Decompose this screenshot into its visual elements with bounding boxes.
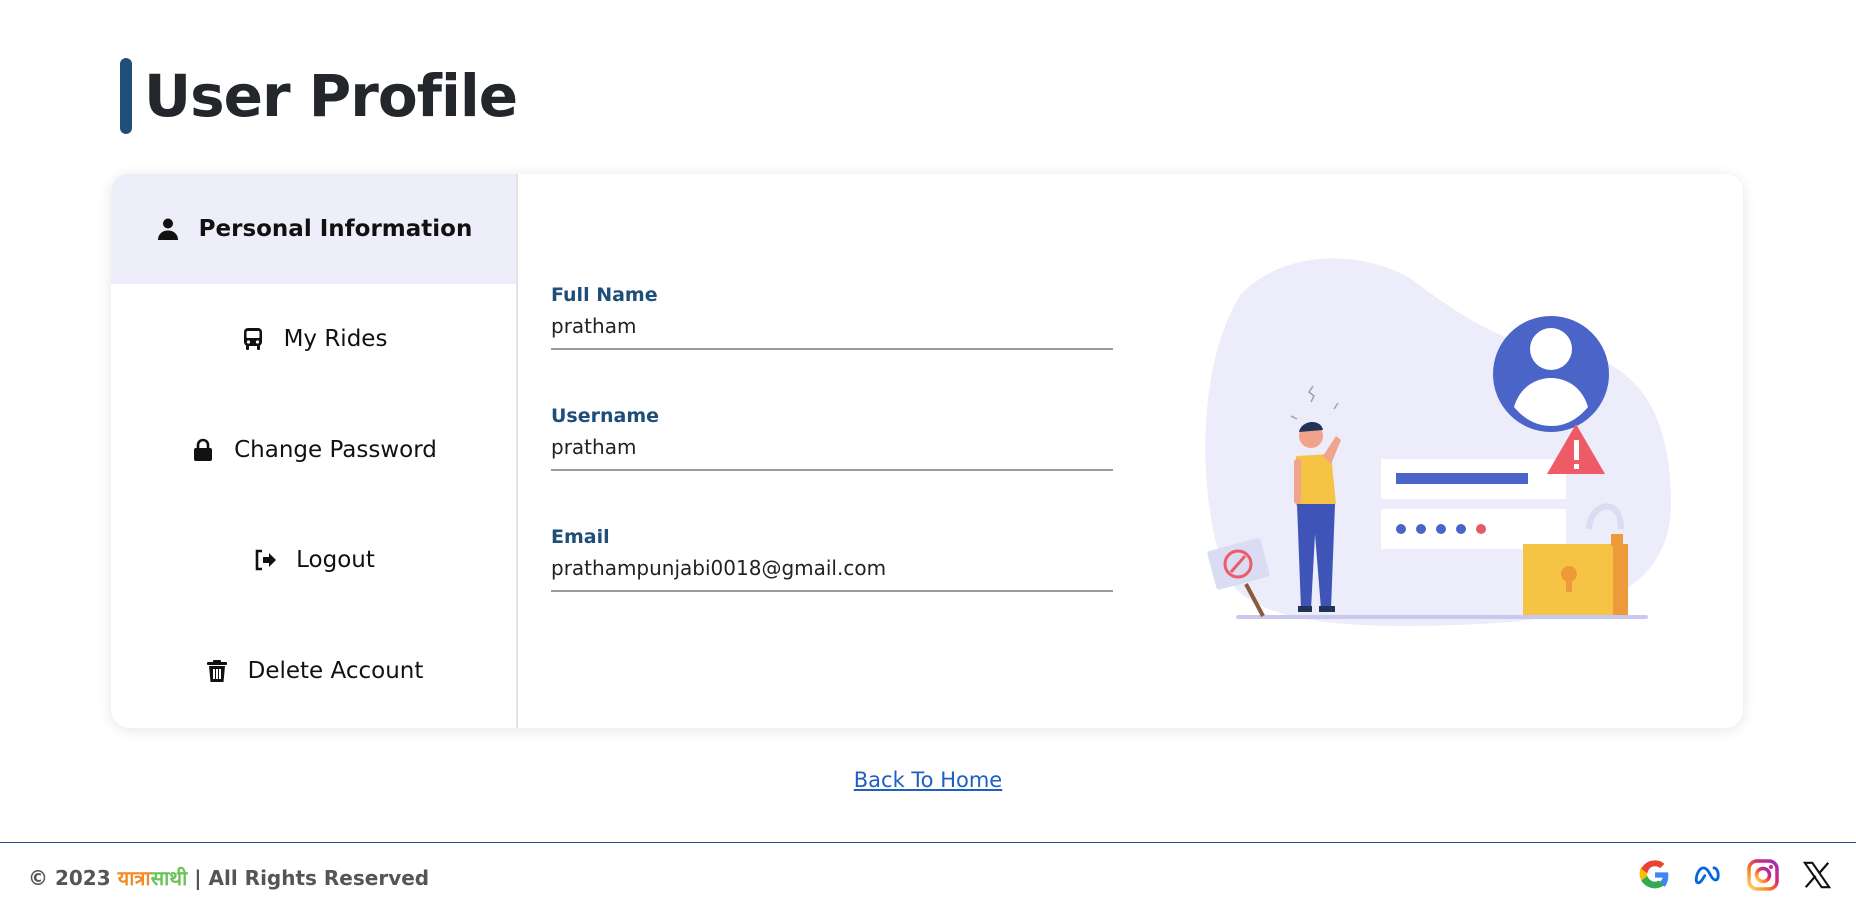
profile-sidebar: Personal Information My Rides Change Pas… (111, 174, 518, 728)
page-header: User Profile (120, 58, 518, 134)
meta-icon[interactable] (1692, 858, 1726, 892)
full-name-field-group: Full Name (551, 284, 1115, 405)
sidebar-item-label: My Rides (283, 326, 388, 352)
sidebar-item-delete-account[interactable]: Delete Account (111, 616, 516, 726)
rights-text: | All Rights Reserved (194, 866, 430, 890)
sidebar-item-change-password[interactable]: Change Password (111, 395, 516, 505)
copyright-prefix: © 2023 (28, 866, 111, 890)
instagram-icon[interactable] (1746, 858, 1780, 892)
footer-divider (0, 842, 1856, 843)
full-name-input[interactable] (551, 306, 1113, 350)
username-field-group: Username (551, 405, 1115, 526)
page-title: User Profile (144, 62, 518, 130)
back-link-wrap: Back To Home (0, 768, 1856, 792)
sidebar-item-label: Logout (296, 547, 375, 573)
brand-name-part1: यात्रा (117, 866, 151, 890)
back-to-home-link[interactable]: Back To Home (854, 768, 1002, 792)
sidebar-item-label: Change Password (234, 437, 437, 463)
x-icon[interactable] (1800, 858, 1834, 892)
footer-copyright: © 2023 यात्रासाथी | All Rights Reserved (28, 864, 429, 891)
title-accent-bar (120, 58, 132, 134)
sidebar-item-label: Delete Account (247, 658, 424, 684)
profile-card: Personal Information My Rides Change Pas… (111, 174, 1743, 728)
forgot-password-illustration (1151, 174, 1743, 728)
email-label: Email (551, 526, 610, 548)
sidebar-item-personal-information[interactable]: Personal Information (111, 174, 516, 284)
email-input[interactable] (551, 548, 1113, 592)
full-name-label: Full Name (551, 284, 658, 306)
trash-icon (204, 658, 230, 684)
email-field-group: Email (551, 526, 1115, 647)
username-label: Username (551, 405, 660, 427)
social-links (1638, 858, 1834, 892)
user-icon (155, 216, 181, 242)
bus-icon (240, 326, 266, 352)
sidebar-item-my-rides[interactable]: My Rides (111, 284, 516, 394)
username-input[interactable] (551, 427, 1113, 471)
personal-info-form: Full Name Username Email (551, 284, 1115, 647)
logout-icon (252, 547, 278, 573)
sidebar-item-label: Personal Information (198, 216, 473, 242)
sidebar-item-logout[interactable]: Logout (111, 505, 516, 615)
brand-name-part2: साथी (150, 866, 188, 890)
google-icon[interactable] (1638, 858, 1672, 892)
lock-icon (190, 437, 216, 463)
